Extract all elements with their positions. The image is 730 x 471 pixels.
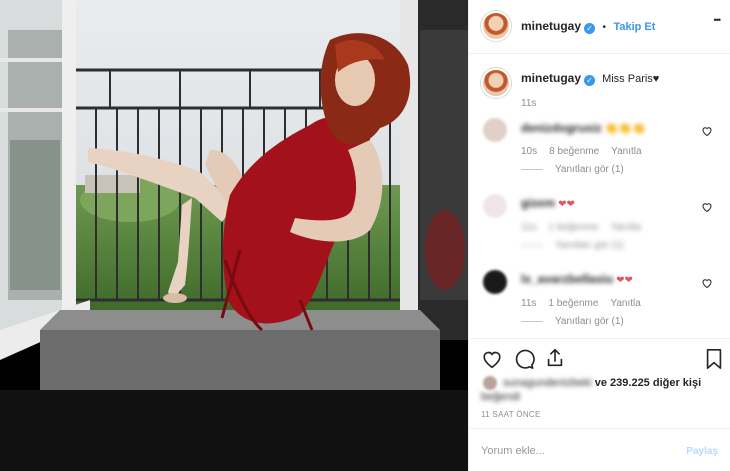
author-username[interactable]: minetugay [521,19,581,33]
like-comment-heart-icon[interactable] [701,277,713,289]
header-divider [469,53,730,54]
likes-others[interactable]: ve 239.225 diğer kişi [595,377,701,389]
comment-3-meta: 11s 1 beğenme Yanıtla [521,298,653,309]
like-comment-heart-icon[interactable] [701,201,713,213]
view-replies-label[interactable]: Yanıtları gör (1) [555,164,624,175]
comment-likes[interactable]: 1 beğenme [548,298,598,309]
reply-button[interactable]: Yanıtla [610,222,640,233]
comment-text: ❤❤ [616,275,633,286]
comment-username[interactable]: denizdogrusiz [521,121,602,135]
post-side-panel: minetugay ✓ • Takip Et ••• minetugay ✓ Mis… [468,0,730,471]
view-replies-2[interactable]: Yanıtları gör (1) [521,240,636,251]
post-header: minetugay ✓ • Takip Et [521,17,655,35]
commenter-avatar[interactable] [483,194,507,218]
comment-2-meta: 11s 1 beğenme Yanıtla [521,222,653,233]
comment-bubble-icon[interactable] [513,348,535,370]
comment-username[interactable]: gizem [521,196,555,210]
comment-time: 11s [521,298,537,309]
view-replies-1[interactable]: Yanıtları gör (1) [521,164,636,175]
like-heart-icon[interactable] [481,348,503,370]
verified-badge-icon: ✓ [584,23,596,34]
comment-text: 👏👏👏 [604,123,646,135]
actions-divider [469,338,730,339]
view-replies-label[interactable]: Yanıtları gör (1) [555,240,624,251]
follow-button[interactable]: Takip Et [613,21,655,33]
post-timestamp[interactable]: 11 SAAT ÖNCE [481,410,541,419]
comment-box-divider [469,428,730,429]
likes-summary: sunagundenizbeki ve 239.225 diğer kişi [503,377,701,389]
replies-line [521,168,543,170]
author-avatar[interactable] [481,11,511,41]
comment-text: ❤❤ [558,199,575,210]
photo-illustration [0,0,468,471]
comment-1: denizdogrusiz 👏👏👏 [521,121,646,135]
save-bookmark-icon[interactable] [704,348,724,370]
liker-username[interactable]: sunagundenizbeki [503,377,592,389]
comment-likes[interactable]: 8 beğenme [549,146,599,157]
commenter-avatar[interactable] [483,118,507,142]
view-replies-label[interactable]: Yanıtları gör (1) [555,316,624,327]
view-replies-3[interactable]: Yanıtları gör (1) [521,316,636,327]
comment-username[interactable]: lx_avarzbellasiu [521,272,613,286]
reply-button[interactable]: Yanıtla [610,298,640,309]
caption: minetugay ✓ Miss Paris♥ [521,71,659,86]
comment-2: gizem ❤❤ [521,196,575,210]
like-comment-heart-icon[interactable] [701,125,713,137]
post-comment-button[interactable]: Paylaş [686,446,718,457]
caption-text: Miss Paris♥ [602,73,660,85]
share-icon[interactable] [544,347,566,369]
liker-avatar[interactable] [483,376,497,390]
post-photo[interactable] [0,0,468,471]
reply-button[interactable]: Yanıtla [611,146,641,157]
comment-3: lx_avarzbellasiu ❤❤ [521,272,633,286]
comment-time: 10s [521,146,538,157]
commenter-avatar[interactable] [483,270,507,294]
comment-1-meta: 10s 8 beğenme Yanıtla [521,146,654,157]
more-options-icon[interactable]: ••• [714,15,722,25]
verified-badge-icon: ✓ [584,75,596,86]
liked-label: beğendi [481,391,521,403]
caption-username[interactable]: minetugay [521,71,581,85]
comment-likes[interactable]: 1 beğenme [548,222,598,233]
caption-avatar[interactable] [481,68,511,98]
caption-time: 11s [521,98,537,109]
replies-line [521,320,543,322]
add-comment-input[interactable]: Yorum ekle... [481,445,545,457]
header-separator: • [602,22,606,33]
comment-time: 11s [521,222,537,233]
replies-line [521,244,543,246]
